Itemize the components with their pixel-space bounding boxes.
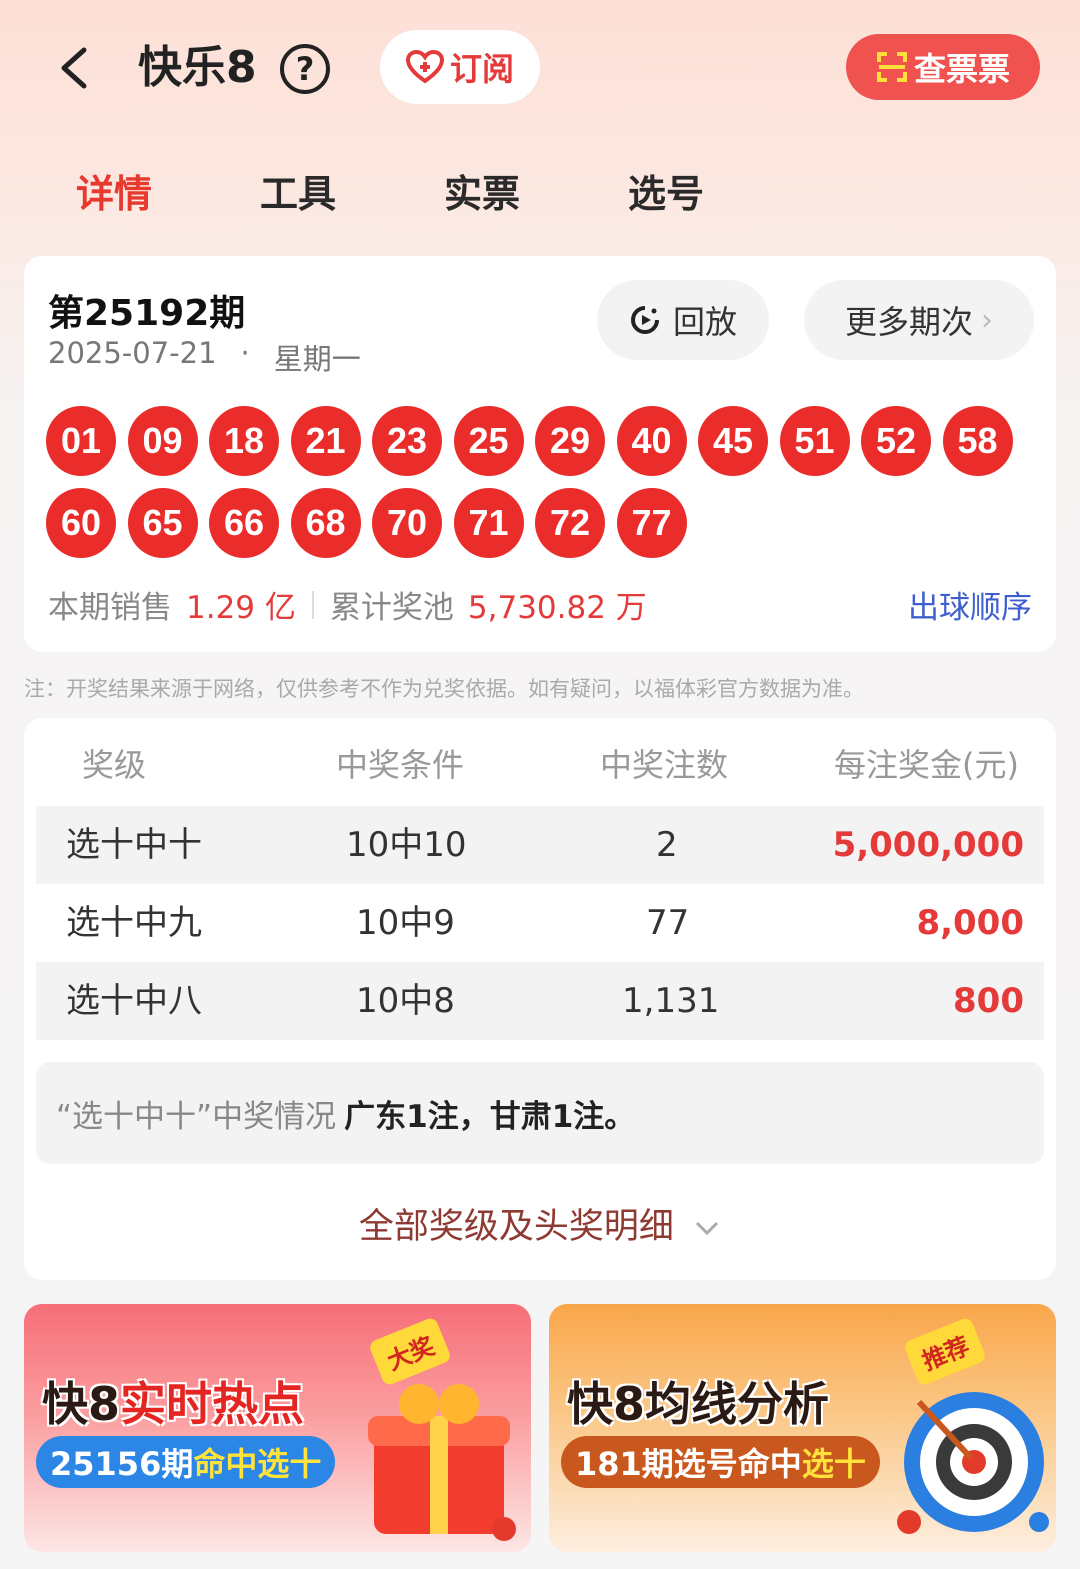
back-button[interactable] <box>48 40 98 96</box>
banner-pill: 181期选号命中 选十 <box>561 1436 880 1488</box>
banner-pill-highlight: 选十 <box>801 1445 866 1483</box>
draw-period: 第25192期 <box>48 293 246 334</box>
draw-date: 2025-07-21 <box>48 336 217 370</box>
help-icon[interactable]: ? <box>280 44 330 94</box>
number-ball: 51 <box>779 406 850 476</box>
number-ball: 09 <box>127 406 198 476</box>
number-ball: 45 <box>698 406 768 476</box>
table-row: 选十中九 10中9 77 8,000 <box>36 884 1044 962</box>
page-title: 快乐8 <box>138 42 257 93</box>
banner-title: 快8均线分析 <box>567 1368 829 1434</box>
expand-all-prizes-button[interactable]: 全部奖级及头奖明细 <box>24 1198 1056 1249</box>
replay-icon <box>631 306 659 334</box>
number-ball: 01 <box>46 406 116 476</box>
banner-pill-highlight: 命中选十 <box>193 1445 322 1483</box>
number-ball: 68 <box>290 488 361 558</box>
trend-analysis-banner[interactable]: 推荐 快8均线分析 181期选号命中 选十 <box>549 1304 1056 1552</box>
prize-level: 选十中九 <box>66 903 202 943</box>
prize-amount: 5,000,000 <box>832 825 1024 865</box>
number-ball: 60 <box>46 488 116 558</box>
tab-real-ticket[interactable]: 实票 <box>444 160 520 228</box>
table-row: 选十中八 10中8 1,131 800 <box>36 962 1044 1040</box>
header-count: 中奖注数 <box>600 746 729 784</box>
number-ball: 18 <box>209 406 279 476</box>
draw-date-line: 2025-07-21 · 星期一 <box>48 336 361 378</box>
sales-label: 本期销售 <box>48 590 172 626</box>
draw-result-card: 第25192期 2025-07-21 · 星期一 回放 更多期次 › 01 09 1… <box>24 256 1056 652</box>
number-ball: 40 <box>616 406 687 476</box>
subscribe-button[interactable]: 订阅 <box>380 30 540 104</box>
banner-title-rest: 均线分析 <box>645 1377 830 1431</box>
number-ball: 58 <box>942 406 1013 476</box>
prize-count: 1,131 <box>622 981 720 1021</box>
number-ball: 29 <box>535 406 605 476</box>
draw-weekday: 星期一 <box>273 342 361 376</box>
tab-tools[interactable]: 工具 <box>260 160 336 228</box>
prize-condition: 10中8 <box>356 981 455 1021</box>
header-condition: 中奖条件 <box>336 746 465 784</box>
banner-pill-text: 181期选号命中 <box>575 1445 802 1483</box>
check-ticket-label: 查票票 <box>913 50 1010 88</box>
target-icon <box>897 1392 1049 1534</box>
gift-box-icon <box>368 1384 516 1541</box>
banner-title-prefix: 快8 <box>42 1377 121 1431</box>
prize-condition: 10中9 <box>356 903 455 943</box>
tab-pick-numbers[interactable]: 选号 <box>628 160 704 228</box>
banner-pill: 25156期 命中选十 <box>36 1436 336 1488</box>
chevron-left-icon <box>61 47 87 89</box>
sales-value: 1.29 亿 <box>186 590 296 626</box>
check-ticket-button[interactable]: 查票票 <box>846 34 1040 100</box>
subscribe-label: 订阅 <box>449 50 514 88</box>
sales-info: 本期销售 1.29 亿 累计奖池 5,730.82 万 <box>48 582 647 627</box>
prize-table-card: 奖级 中奖条件 中奖注数 每注奖金(元) 选十中十 10中10 2 5,000,… <box>24 718 1056 1280</box>
prize-amount: 800 <box>953 981 1024 1021</box>
number-ball: 70 <box>372 488 442 558</box>
banner-pill-text: 25156期 <box>50 1445 194 1483</box>
disclaimer-note: 注：开奖结果来源于网络，仅供参考不作为兑奖依据。如有疑问，以福体彩官方数据为准。 <box>24 677 864 701</box>
top-prize-summary: “选十中十”中奖情况 广东1注，甘肃1注。 <box>36 1062 1044 1164</box>
number-ball: 77 <box>616 488 687 558</box>
hot-topics-banner[interactable]: 大奖 快8实时热点 25156期 命中选十 <box>24 1304 531 1552</box>
header: 快乐8 ? 订阅 查票票 <box>0 0 1080 140</box>
number-ball: 23 <box>372 406 442 476</box>
pool-value: 5,730.82 万 <box>467 590 647 626</box>
divider <box>311 590 314 619</box>
draw-order-link[interactable]: 出球顺序 <box>908 582 1032 627</box>
prize-count: 77 <box>646 903 690 943</box>
scan-icon <box>876 52 907 82</box>
number-ball: 66 <box>209 488 279 558</box>
banner-title-prefix: 快8 <box>567 1377 646 1431</box>
number-ball: 21 <box>290 406 361 476</box>
chevron-right-icon: › <box>981 302 993 338</box>
tab-details[interactable]: 详情 <box>76 160 152 228</box>
prize-condition: 10中10 <box>346 825 467 865</box>
banner-title-highlight: 实时热点 <box>120 1377 305 1431</box>
more-periods-label: 更多期次 <box>844 303 973 341</box>
chevron-down-icon <box>696 1221 719 1236</box>
banner-title: 快8实时热点 <box>42 1368 304 1434</box>
number-ball: 25 <box>453 406 524 476</box>
date-separator: · <box>240 336 250 370</box>
heart-plus-icon <box>405 50 444 84</box>
prize-level: 选十中十 <box>66 825 202 865</box>
header-level: 奖级 <box>82 746 147 784</box>
replay-button[interactable]: 回放 <box>597 280 769 360</box>
number-ball: 52 <box>861 406 931 476</box>
prize-count: 2 <box>656 825 678 865</box>
tab-bar: 详情 工具 实票 选号 <box>0 160 1080 230</box>
prize-amount: 8,000 <box>916 903 1024 943</box>
number-ball: 71 <box>453 488 524 558</box>
expand-label: 全部奖级及头奖明细 <box>358 1207 674 1247</box>
summary-value: 广东1注，甘肃1注。 <box>344 1098 636 1135</box>
prize-level: 选十中八 <box>66 981 202 1021</box>
number-ball: 72 <box>535 488 605 558</box>
table-row: 选十中十 10中10 2 5,000,000 <box>36 806 1044 884</box>
header-amount: 每注奖金(元) <box>834 746 1019 784</box>
number-ball: 65 <box>127 488 198 558</box>
replay-label: 回放 <box>672 303 737 341</box>
pool-label: 累计奖池 <box>329 590 454 626</box>
more-periods-button[interactable]: 更多期次 › <box>804 280 1034 360</box>
summary-label: “选十中十”中奖情况 <box>56 1098 337 1135</box>
